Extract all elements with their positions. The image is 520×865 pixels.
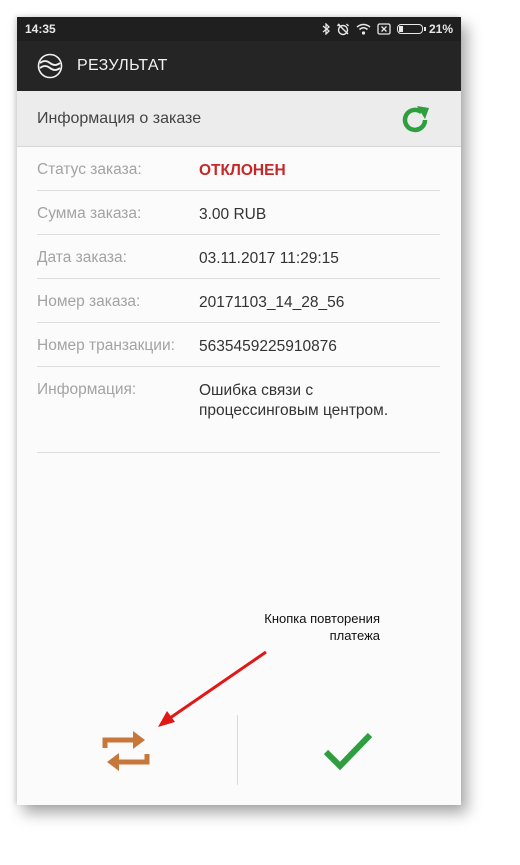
annotation-arrow [158, 650, 267, 727]
